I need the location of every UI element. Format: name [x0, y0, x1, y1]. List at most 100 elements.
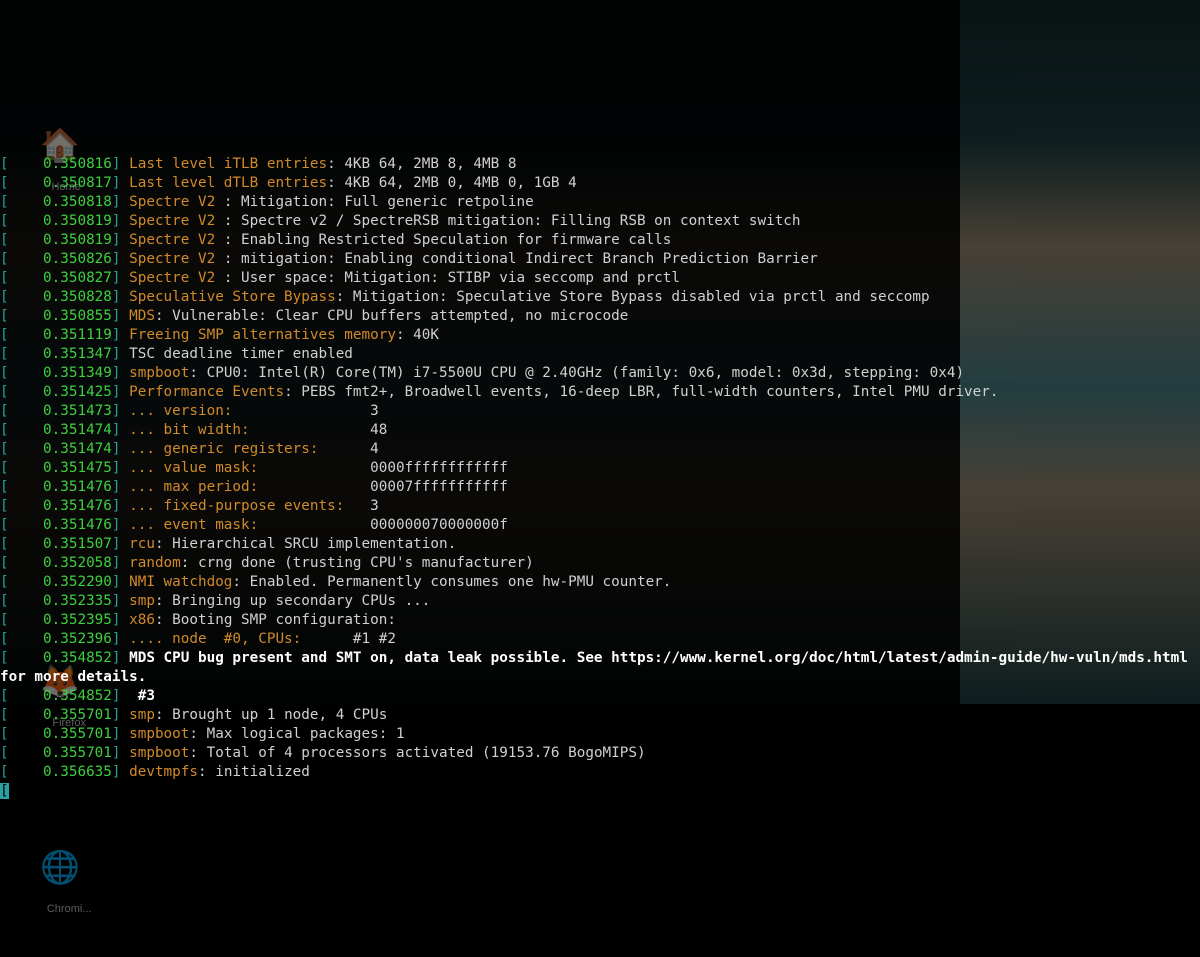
log-subsystem: .... node #0, CPUs: [129, 631, 344, 647]
log-message: : PEBS fmt2+, Broadwell events, 16-deep … [284, 384, 998, 400]
bracket-open: [ [0, 479, 9, 495]
log-message: : Vulnerable: Clear CPU buffers attempte… [155, 308, 628, 324]
timestamp: 0.351476 [9, 498, 112, 514]
log-subsystem: rcu [129, 536, 155, 552]
log-subsystem: Spectre V2 [129, 194, 224, 210]
log-message: : Brought up 1 node, 4 CPUs [155, 707, 387, 723]
log-line: [ 0.355701] smpboot: Total of 4 processo… [0, 744, 1200, 763]
bracket-close: ] [112, 194, 129, 210]
bracket-close: ] [112, 631, 129, 647]
bracket-close: ] [112, 346, 129, 362]
log-line: [ 0.350816] Last level iTLB entries: 4KB… [0, 155, 1200, 174]
bracket-open: [ [0, 346, 9, 362]
log-message: : Enabled. Permanently consumes one hw-P… [232, 574, 671, 590]
log-line: [ 0.352395] x86: Booting SMP configurati… [0, 611, 1200, 630]
browser-icon: 🌐 [20, 858, 100, 877]
log-message: 0000ffffffffffff [362, 460, 508, 476]
log-message: 3 [362, 403, 379, 419]
log-message: TSC deadline timer enabled [129, 346, 353, 362]
log-message: : Total of 4 processors activated (19153… [189, 745, 645, 761]
bracket-open: [ [0, 574, 9, 590]
bracket-close: ] [112, 650, 129, 666]
bracket-close: ] [112, 574, 129, 590]
log-message: : Mitigation: Full generic retpoline [224, 194, 534, 210]
log-subsystem: Last level iTLB entries [129, 156, 327, 172]
log-line: [ 0.351349] smpboot: CPU0: Intel(R) Core… [0, 364, 1200, 383]
timestamp: 0.351475 [9, 460, 112, 476]
bracket-close: ] [112, 688, 129, 704]
log-line: [ 0.350826] Spectre V2 : mitigation: Ena… [0, 250, 1200, 269]
bracket-close: ] [112, 707, 129, 723]
log-bold-msg: MDS CPU bug present and SMT on, data lea… [0, 650, 1196, 685]
log-message: : 4KB 64, 2MB 8, 4MB 8 [327, 156, 516, 172]
log-line: [ 0.350827] Spectre V2 : User space: Mit… [0, 269, 1200, 288]
bracket-open: [ [0, 156, 9, 172]
timestamp: 0.350816 [9, 156, 112, 172]
log-message: : crng done (trusting CPU's manufacturer… [181, 555, 534, 571]
log-line: [ 0.351476] ... fixed-purpose events: 3 [0, 497, 1200, 516]
log-message: : 4KB 64, 2MB 0, 4MB 0, 1GB 4 [327, 175, 577, 191]
bracket-close: ] [112, 232, 129, 248]
log-message: 3 [362, 498, 379, 514]
log-line: [ 0.351476] ... event mask: 000000070000… [0, 516, 1200, 535]
log-line: [ 0.351425] Performance Events: PEBS fmt… [0, 383, 1200, 402]
log-message: : Hierarchical SRCU implementation. [155, 536, 456, 552]
timestamp: 0.350817 [9, 175, 112, 191]
bracket-close: ] [112, 156, 129, 172]
bracket-open: [ [0, 327, 9, 343]
log-message: : mitigation: Enabling conditional Indir… [224, 251, 818, 267]
bracket-open: [ [0, 555, 9, 571]
bracket-open: [ [0, 498, 9, 514]
timestamp: 0.355701 [9, 707, 112, 723]
timestamp: 0.351425 [9, 384, 112, 400]
log-subsystem: smpboot [129, 365, 189, 381]
log-subsystem: Spectre V2 [129, 232, 224, 248]
timestamp: 0.355701 [9, 726, 112, 742]
log-line: [ 0.354852] #3 [0, 687, 1200, 706]
log-subsystem: ... bit width: [129, 422, 361, 438]
log-line: [ 0.352396] .... node #0, CPUs: #1 #2 [0, 630, 1200, 649]
bracket-close: ] [112, 536, 129, 552]
log-subsystem: smp [129, 593, 155, 609]
bracket-open: [ [0, 270, 9, 286]
log-subsystem: smpboot [129, 726, 189, 742]
bracket-open: [ [0, 764, 9, 780]
log-subsystem: Spectre V2 [129, 270, 224, 286]
icon-label: Chromi... [47, 903, 92, 915]
log-line: [ 0.350818] Spectre V2 : Mitigation: Ful… [0, 193, 1200, 212]
log-line: [ 0.351476] ... max period: 00007fffffff… [0, 478, 1200, 497]
bracket-open: [ [0, 441, 9, 457]
log-message: : Max logical packages: 1 [189, 726, 404, 742]
log-message: : Booting SMP configuration: [155, 612, 396, 628]
log-subsystem: ... fixed-purpose events: [129, 498, 361, 514]
log-subsystem: MDS [129, 308, 155, 324]
bracket-open: [ [0, 194, 9, 210]
timestamp: 0.352335 [9, 593, 112, 609]
bracket-close: ] [112, 175, 129, 191]
bracket-close: ] [112, 251, 129, 267]
log-message: : User space: Mitigation: STIBP via secc… [224, 270, 680, 286]
log-message: : 40K [396, 327, 439, 343]
chromium-icon[interactable]: 🌐 Chromi... [20, 820, 100, 938]
log-line: [ 0.351475] ... value mask: 0000ffffffff… [0, 459, 1200, 478]
log-subsystem: ... max period: [129, 479, 361, 495]
log-subsystem: Spectre V2 [129, 251, 224, 267]
bracket-open: [ [0, 365, 9, 381]
log-subsystem: Last level dTLB entries [129, 175, 327, 191]
cursor-line: [ [0, 782, 1200, 801]
bracket-close: ] [112, 745, 129, 761]
log-subsystem: ... generic registers: [129, 441, 361, 457]
log-subsystem: Freeing SMP alternatives memory [129, 327, 396, 343]
bracket-open: [ [0, 726, 9, 742]
log-message: #1 #2 [344, 631, 396, 647]
timestamp: 0.351476 [9, 517, 112, 533]
bracket-open: [ [0, 650, 9, 666]
bracket-open: [ [0, 536, 9, 552]
timestamp: 0.350855 [9, 308, 112, 324]
timestamp: 0.350819 [9, 213, 112, 229]
log-line: [ 0.350817] Last level dTLB entries: 4KB… [0, 174, 1200, 193]
bracket-close: ] [112, 289, 129, 305]
log-subsystem: random [129, 555, 181, 571]
timestamp: 0.355701 [9, 745, 112, 761]
log-message: 48 [362, 422, 388, 438]
